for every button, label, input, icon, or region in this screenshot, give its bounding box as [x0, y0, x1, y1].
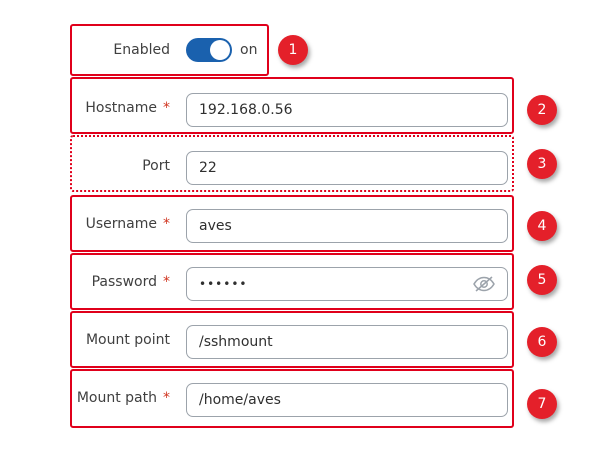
badge-7: 7	[527, 389, 557, 419]
badge-5: 5	[527, 265, 557, 295]
required-mark: *	[163, 216, 170, 232]
required-mark: *	[163, 274, 170, 290]
hostname-field[interactable]	[186, 93, 508, 127]
required-mark: *	[163, 390, 170, 406]
badge-1: 1	[278, 35, 308, 65]
username-input[interactable]	[199, 210, 469, 242]
password-label: Password *	[92, 274, 170, 290]
hostname-label: Hostname *	[85, 100, 170, 116]
hostname-input[interactable]	[199, 94, 469, 126]
mount-path-field[interactable]	[186, 383, 508, 417]
port-input[interactable]	[199, 152, 469, 184]
mount-path-input[interactable]	[199, 384, 469, 416]
mount-point-field[interactable]	[186, 325, 508, 359]
badge-2: 2	[527, 95, 557, 125]
required-mark: *	[163, 100, 170, 116]
username-label: Username *	[86, 216, 170, 232]
port-label: Port	[142, 158, 170, 174]
enabled-label: Enabled	[113, 42, 170, 58]
badge-6: 6	[527, 327, 557, 357]
password-field[interactable]	[186, 267, 508, 301]
eye-slash-icon[interactable]	[473, 276, 495, 292]
username-field[interactable]	[186, 209, 508, 243]
badge-4: 4	[527, 211, 557, 241]
badge-3: 3	[527, 149, 557, 179]
username-label-text: Username	[85, 216, 157, 232]
password-label-text: Password	[91, 274, 157, 290]
enabled-toggle[interactable]	[186, 38, 232, 62]
port-field[interactable]	[186, 151, 508, 185]
mount-point-input[interactable]	[199, 326, 469, 358]
mount-point-label: Mount point	[85, 332, 170, 348]
toggle-knob	[210, 40, 230, 60]
hostname-label-text: Hostname	[85, 100, 157, 116]
password-input[interactable]	[199, 268, 469, 300]
mount-path-label: Mount path *	[77, 390, 170, 406]
mount-path-label-text: Mount path	[76, 390, 157, 406]
enabled-state-text: on	[240, 42, 258, 58]
